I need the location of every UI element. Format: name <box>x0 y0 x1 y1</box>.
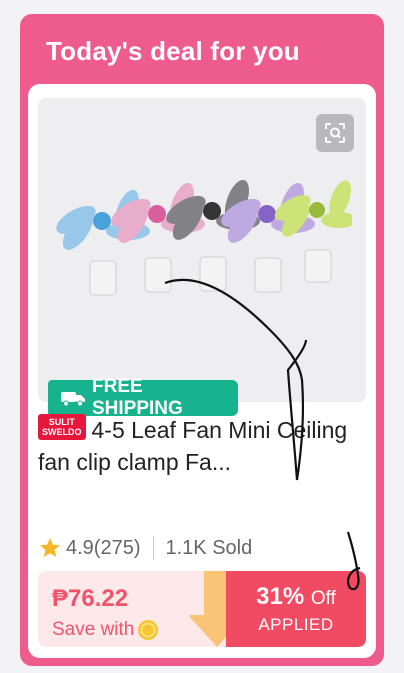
price-box[interactable]: ₱76.22 Save with 31% Off APPLIED <box>38 571 366 647</box>
deal-card[interactable]: Today's deal for you FREE SHIPPING SULIT… <box>20 14 384 666</box>
discount-applied-panel: 31% Off APPLIED <box>226 571 366 647</box>
scan-icon <box>325 123 345 143</box>
truck-icon <box>60 389 86 407</box>
coin-icon <box>137 619 159 641</box>
sold-count: 1.1K Sold <box>165 536 253 559</box>
discount-off-label: Off <box>310 588 336 609</box>
rating-value: 4.9(275) <box>66 536 141 559</box>
product-title-area[interactable]: SULIT SWELDO 4-5 Leaf Fan Mini Ceiling f… <box>38 414 368 478</box>
product-image[interactable]: FREE SHIPPING <box>38 98 366 419</box>
free-shipping-badge: FREE SHIPPING <box>48 376 238 419</box>
image-search-button[interactable] <box>316 114 354 152</box>
product-card[interactable]: FREE SHIPPING SULIT SWELDO 4-5 Leaf Fan … <box>28 84 376 658</box>
applied-label: APPLIED <box>258 615 334 634</box>
deal-title: Today's deal for you <box>46 36 300 66</box>
price: ₱76.22 <box>52 585 129 612</box>
fan-product-illustration <box>56 179 352 296</box>
rating-row: 4.9(275) 1.1K Sold <box>38 536 252 560</box>
brand-badge: SULIT SWELDO <box>38 414 86 440</box>
discount-percent: 31% <box>256 583 305 610</box>
divider <box>152 536 154 560</box>
star-icon <box>38 536 62 560</box>
save-with-label: Save with <box>52 619 159 641</box>
